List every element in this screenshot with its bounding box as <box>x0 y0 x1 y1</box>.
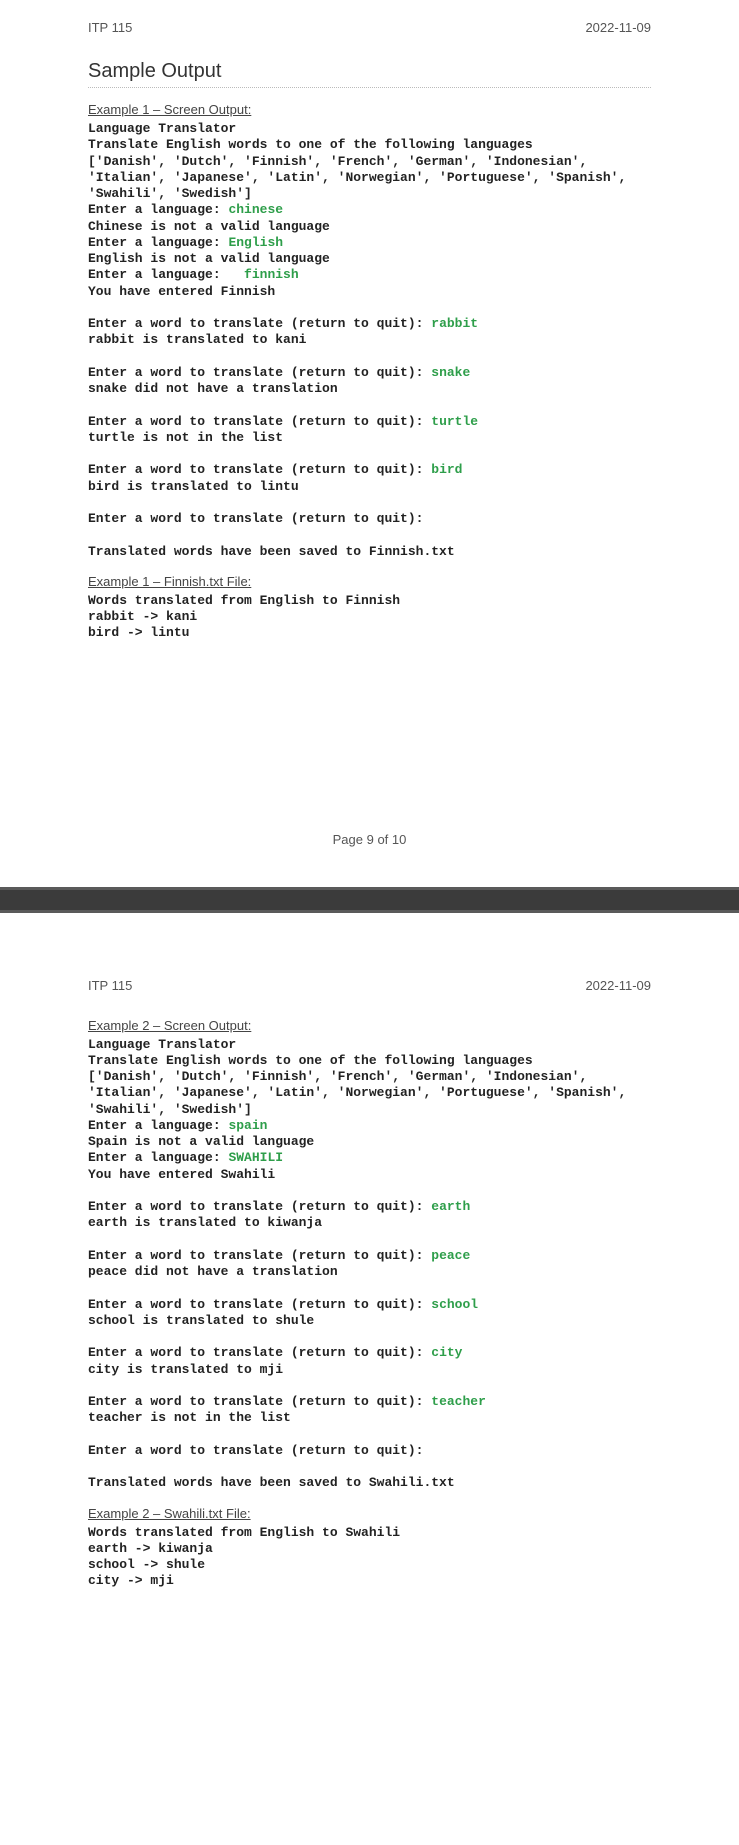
page-10: ITP 115 2022-11-09 Example 2 – Screen Ou… <box>44 913 695 1644</box>
user-input: bird <box>431 462 462 477</box>
page-date: 2022-11-09 <box>585 20 651 35</box>
user-input: SWAHILI <box>228 1150 283 1165</box>
user-input: snake <box>431 365 470 380</box>
user-input: earth <box>431 1199 470 1214</box>
example2-screen-heading: Example 2 – Screen Output: <box>88 1018 651 1033</box>
course-code: ITP 115 <box>88 20 132 35</box>
page-header: ITP 115 2022-11-09 <box>88 978 651 993</box>
page-9: ITP 115 2022-11-09 Sample Output Example… <box>44 0 695 887</box>
example1-screen-output: Language Translator Translate English wo… <box>88 121 651 560</box>
section-title: Sample Output <box>88 60 651 83</box>
user-input: chinese <box>228 202 283 217</box>
example2-file-output: Words translated from English to Swahili… <box>88 1525 651 1590</box>
course-code: ITP 115 <box>88 978 132 993</box>
user-input: English <box>228 235 283 250</box>
user-input: spain <box>228 1118 267 1133</box>
page-header: ITP 115 2022-11-09 <box>88 20 651 35</box>
example1-file-heading: Example 1 – Finnish.txt File: <box>88 574 651 589</box>
user-input: school <box>431 1297 478 1312</box>
section-rule <box>88 87 651 88</box>
user-input: peace <box>431 1248 470 1263</box>
example1-file-output: Words translated from English to Finnish… <box>88 593 651 642</box>
user-input: rabbit <box>431 316 478 331</box>
user-input: finnish <box>228 267 298 282</box>
page-footer: Page 9 of 10 <box>88 832 651 847</box>
page-separator <box>0 887 739 913</box>
user-input: turtle <box>431 414 478 429</box>
user-input: city <box>431 1345 462 1360</box>
example1-screen-heading: Example 1 – Screen Output: <box>88 102 651 117</box>
example2-file-heading: Example 2 – Swahili.txt File: <box>88 1506 651 1521</box>
user-input: teacher <box>431 1394 486 1409</box>
page-date: 2022-11-09 <box>585 978 651 993</box>
example2-screen-output: Language Translator Translate English wo… <box>88 1037 651 1492</box>
